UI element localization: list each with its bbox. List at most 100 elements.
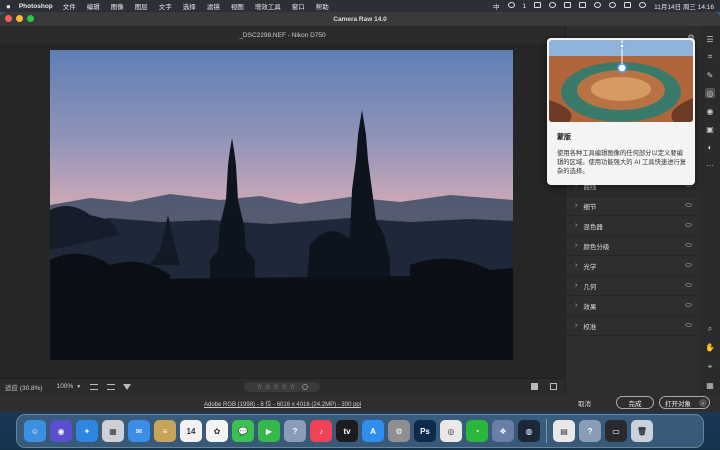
before-after-icon[interactable]	[531, 383, 538, 390]
notes-icon[interactable]: ≡	[154, 420, 176, 442]
star-2[interactable]: ☆	[265, 383, 271, 391]
star-1[interactable]: ☆	[256, 383, 262, 391]
mail-icon[interactable]: ✉	[128, 420, 150, 442]
edit-icon[interactable]: ☰	[705, 34, 715, 44]
sort-icon[interactable]	[107, 383, 116, 390]
cancel-button[interactable]: 取消	[578, 398, 591, 408]
input-method-indicator[interactable]: 中	[493, 1, 500, 11]
control-center-icon[interactable]	[624, 2, 632, 10]
system-settings-icon[interactable]: ⚙	[388, 420, 410, 442]
minimize-button[interactable]	[16, 15, 23, 22]
compare-view-icon[interactable]	[550, 383, 557, 390]
calendar-icon[interactable]: 14	[180, 420, 202, 442]
messages-icon[interactable]: 💬	[232, 420, 254, 442]
steam-icon[interactable]: ◍	[518, 420, 540, 442]
photoshop-icon[interactable]: Ps	[414, 420, 436, 442]
facetime-icon[interactable]: ▶	[258, 420, 280, 442]
preview-photo[interactable]	[50, 50, 513, 360]
image-canvas[interactable]	[0, 44, 565, 378]
status-icon-3[interactable]	[564, 2, 572, 10]
star-3[interactable]: ☆	[273, 383, 279, 391]
network-icon[interactable]: ❖	[492, 420, 514, 442]
menu-filter[interactable]: 滤镜	[207, 1, 220, 11]
eye-icon[interactable]	[685, 303, 692, 307]
status-icon-1[interactable]	[534, 2, 542, 10]
menu-image[interactable]: 图像	[111, 1, 124, 11]
wifi-icon[interactable]	[594, 2, 602, 10]
status-icon-4[interactable]	[579, 2, 587, 10]
menu-view[interactable]: 视图	[231, 1, 244, 11]
redeye-icon[interactable]: ◉	[705, 106, 715, 116]
menu-select[interactable]: 选择	[183, 1, 196, 11]
masking-icon[interactable]: ◎	[705, 88, 715, 98]
chevron-right-icon: ›	[575, 242, 578, 249]
photos-icon[interactable]: ✿	[206, 420, 228, 442]
section-optics[interactable]: › 光学	[565, 256, 700, 276]
open-options-icon[interactable]: ⌄	[699, 399, 707, 407]
menu-window[interactable]: 窗口	[292, 1, 305, 11]
healing-icon[interactable]: ✎	[705, 70, 715, 80]
menu-app-name[interactable]: Photoshop	[19, 3, 53, 10]
screen-icon[interactable]: ▭	[605, 420, 627, 442]
search-icon[interactable]	[609, 2, 617, 10]
section-effects[interactable]: › 效果	[565, 296, 700, 316]
safari-icon[interactable]: ✦	[76, 420, 98, 442]
reject-icon[interactable]	[301, 384, 308, 390]
filter-icon[interactable]	[123, 383, 132, 390]
more-icon[interactable]: ···	[705, 160, 715, 170]
eye-icon[interactable]	[685, 263, 692, 267]
snapshots-icon[interactable]: ▣	[705, 124, 715, 134]
finder-icon[interactable]: ☺	[24, 420, 46, 442]
siri-menu-icon[interactable]	[639, 2, 647, 10]
wechat-icon[interactable]: ◔	[466, 420, 488, 442]
star-5[interactable]: ☆	[289, 383, 295, 391]
eye-icon[interactable]	[685, 223, 692, 227]
zoom-fit-label[interactable]: 适应 (30.8%)	[5, 382, 43, 392]
chrome-icon[interactable]: ◎	[440, 420, 462, 442]
apple-icon[interactable]: ●	[6, 2, 11, 11]
zoom-icon[interactable]: ⌕	[705, 324, 715, 334]
section-color-grading[interactable]: › 颜色分级	[565, 236, 700, 256]
help-icon[interactable]: ?	[284, 420, 306, 442]
menu-edit[interactable]: 编辑	[87, 1, 100, 11]
menu-clock[interactable]: 11月14日 周三 14:16	[654, 1, 714, 11]
section-detail[interactable]: › 细节	[565, 196, 700, 216]
sampler-icon[interactable]: ⌖	[705, 362, 715, 372]
crop-icon[interactable]: ⌗	[705, 52, 715, 62]
zoom-button[interactable]	[27, 15, 34, 22]
section-calibration[interactable]: › 校准	[565, 316, 700, 336]
filmstrip-icon[interactable]	[90, 383, 99, 390]
section-color-mixer[interactable]: › 混色器	[565, 216, 700, 236]
appstore-icon[interactable]: A	[362, 420, 384, 442]
music-icon[interactable]: ♪	[310, 420, 332, 442]
menu-help[interactable]: 帮助	[316, 1, 329, 11]
star-4[interactable]: ☆	[281, 383, 287, 391]
eye-icon[interactable]	[685, 323, 692, 327]
eye-icon[interactable]	[685, 283, 692, 287]
document-icon[interactable]: ▤	[553, 420, 575, 442]
open-object-button[interactable]: 打开对象 ⌄	[659, 396, 710, 409]
menu-plugins[interactable]: 增效工具	[255, 1, 281, 11]
zoom-percent[interactable]: 100%	[57, 383, 74, 390]
appletv-icon[interactable]: tv	[336, 420, 358, 442]
grid-icon[interactable]: ▦	[705, 380, 715, 390]
section-geometry[interactable]: › 几何	[565, 276, 700, 296]
help2-icon[interactable]: ?	[579, 420, 601, 442]
trash-icon[interactable]: 🗑	[631, 420, 653, 442]
done-button[interactable]: 完成	[616, 396, 654, 409]
close-button[interactable]	[5, 15, 12, 22]
siri-icon[interactable]: ◉	[50, 420, 72, 442]
eye-icon[interactable]	[685, 243, 692, 247]
workflow-options-link[interactable]: Adobe RGB (1998) - 8 位 - 6016 x 4016 (24…	[204, 399, 361, 408]
wechat-status-icon[interactable]	[507, 2, 515, 10]
status-icon-2[interactable]	[549, 2, 557, 10]
menu-layer[interactable]: 图层	[135, 1, 148, 11]
chevron-right-icon: ›	[575, 302, 578, 309]
menu-file[interactable]: 文件	[63, 1, 76, 11]
launchpad-icon[interactable]: ▦	[102, 420, 124, 442]
zoom-dropdown-icon[interactable]: ▼	[76, 384, 81, 390]
menu-type[interactable]: 文字	[159, 1, 172, 11]
presets-icon[interactable]: ◐	[705, 142, 715, 152]
eye-icon[interactable]	[685, 203, 692, 207]
hand-icon[interactable]: ✋	[705, 342, 715, 352]
